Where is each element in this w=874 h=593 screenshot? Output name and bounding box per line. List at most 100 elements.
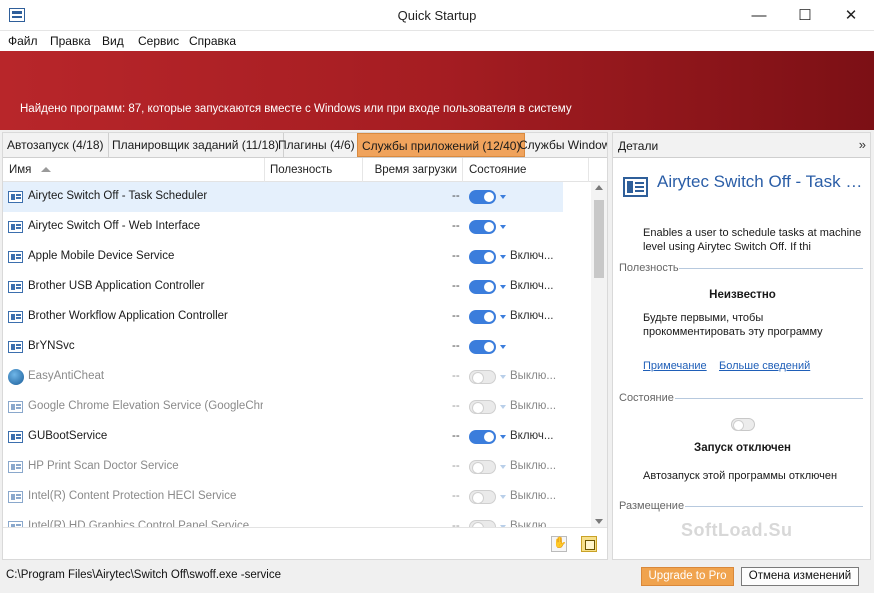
usefulness-note: Будьте первыми, чтобы прокомментировать … [643,312,823,338]
tab-autorun[interactable]: Автозапуск (4/18) [3,133,109,157]
state-text: Включ... [510,310,554,322]
service-name: Brother Workflow Application Controller [28,310,228,322]
state-dropdown-icon[interactable] [500,195,506,199]
service-icon [8,431,23,443]
state-toggle[interactable] [469,340,496,354]
state-toggle[interactable] [469,490,496,504]
state-dropdown-icon[interactable] [500,495,506,499]
banner-text: Найдено программ: 87, которые запускаютс… [20,103,572,115]
status-bar: C:\Program Files\Airytec\Switch Off\swof… [0,562,874,593]
upgrade-to-pro-button[interactable]: Upgrade to Pro [641,567,734,586]
state-toggle[interactable] [469,400,496,414]
column-usefulness[interactable]: Полезность [265,158,363,182]
cancel-changes-button[interactable]: Отмена изменений [741,567,859,586]
tab-plugins[interactable]: Плагины (4/6) [274,133,360,157]
scroll-up-icon[interactable] [595,185,603,190]
executable-path: C:\Program Files\Airytec\Switch Off\swof… [6,569,282,581]
load-time-value: -- [452,430,460,442]
load-time-value: -- [452,250,460,262]
list-toolbar [3,527,607,559]
column-name[interactable]: Имя [3,158,265,182]
state-dropdown-icon[interactable] [500,315,506,319]
hand-tool-icon[interactable] [551,536,567,552]
close-button[interactable]: ✕ [828,0,874,31]
service-row[interactable]: Intel(R) HD Graphics Control Panel Servi… [3,512,589,527]
state-toggle[interactable] [469,220,496,234]
tab-windows-services[interactable]: Службы Windows [515,133,607,157]
service-row[interactable]: Google Chrome Elevation Service (GoogleC… [3,392,589,422]
service-row[interactable]: Brother Workflow Application Controller -… [3,302,589,332]
details-header: Детали » [613,133,870,158]
service-row[interactable]: Airytec Switch Off - Web Interface -- [3,212,589,242]
program-icon [623,177,648,197]
menu-view[interactable]: Вид [102,34,124,48]
autorun-toggle[interactable] [731,418,755,431]
state-dropdown-icon[interactable] [500,375,506,379]
state-toggle[interactable] [469,250,496,264]
state-dropdown-icon[interactable] [500,435,506,439]
service-icon [8,251,23,263]
service-row[interactable]: BrYNSvc -- [3,332,589,362]
service-icon [8,281,23,293]
service-row[interactable]: HP Print Scan Doctor Service -- Выклю... [3,452,589,482]
scroll-down-icon[interactable] [595,519,603,524]
startup-list-panel: Автозапуск (4/18) Планировщик заданий (1… [2,132,608,560]
load-time-value: -- [452,400,460,412]
column-load-time[interactable]: Время загрузки [363,158,463,182]
details-header-label: Детали [618,139,659,153]
state-text: Выклю... [510,370,557,382]
state-toggle[interactable] [469,370,496,384]
service-name: GUBootService [28,430,108,442]
menu-edit[interactable]: Правка [50,34,91,48]
load-time-value: -- [452,490,460,502]
minimize-button[interactable]: — [736,0,782,31]
column-state[interactable]: Состояние [463,158,589,182]
state-toggle[interactable] [469,280,496,294]
more-info-link[interactable]: Больше сведений [719,360,810,372]
service-row[interactable]: EasyAntiCheat -- Выклю... [3,362,589,392]
title-bar: Quick Startup — ☐ ✕ [0,0,874,31]
load-time-value: -- [452,280,460,292]
load-time-value: -- [452,520,460,527]
state-toggle[interactable] [469,310,496,324]
list-scrollbar[interactable] [591,182,607,527]
menu-service[interactable]: Сервис [138,34,179,48]
scroll-thumb[interactable] [594,200,604,278]
state-toggle[interactable] [469,430,496,444]
state-dropdown-icon[interactable] [500,345,506,349]
service-row[interactable]: Apple Mobile Device Service -- Включ... [3,242,589,272]
state-dropdown-icon[interactable] [500,255,506,259]
sort-ascending-icon [41,167,51,172]
section-divider [685,506,863,507]
collapse-panel-icon[interactable]: » [859,137,866,152]
state-dropdown-icon[interactable] [500,405,506,409]
state-dropdown-icon[interactable] [500,225,506,229]
service-name: HP Print Scan Doctor Service [28,460,179,472]
tab-scheduler[interactable]: Планировщик заданий (11/18) [108,133,284,157]
load-time-value: -- [452,340,460,352]
state-dropdown-icon[interactable] [500,465,506,469]
load-time-value: -- [452,220,460,232]
state-dropdown-icon[interactable] [500,285,506,289]
service-row[interactable]: Brother USB Application Controller -- Вклю… [3,272,589,302]
maximize-button[interactable]: ☐ [782,0,828,31]
service-name: Airytec Switch Off - Task Scheduler [28,190,208,202]
load-time-value: -- [452,310,460,322]
state-toggle[interactable] [469,190,496,204]
state-text: Выклю... [510,400,557,412]
service-name: Intel(R) Content Protection HECI Service [28,490,237,502]
state-toggle[interactable] [469,520,496,527]
watermark: SoftLoad.Su [681,520,793,540]
service-list: Airytec Switch Off - Task Scheduler -- Air… [3,182,589,527]
service-row[interactable]: GUBootService -- Включ... [3,422,589,452]
service-name: Intel(R) HD Graphics Control Panel Servi… [28,520,250,527]
state-toggle[interactable] [469,460,496,474]
tab-app-services[interactable]: Службы приложений (12/40) [357,133,526,157]
service-row[interactable]: Airytec Switch Off - Task Scheduler -- [3,182,563,212]
service-row[interactable]: Intel(R) Content Protection HECI Service… [3,482,589,512]
folder-open-icon[interactable] [581,536,597,552]
state-text: Включ... [510,280,554,292]
menu-file[interactable]: Файл [8,34,38,48]
menu-help[interactable]: Справка [189,34,236,48]
note-link[interactable]: Примечание [643,360,707,372]
